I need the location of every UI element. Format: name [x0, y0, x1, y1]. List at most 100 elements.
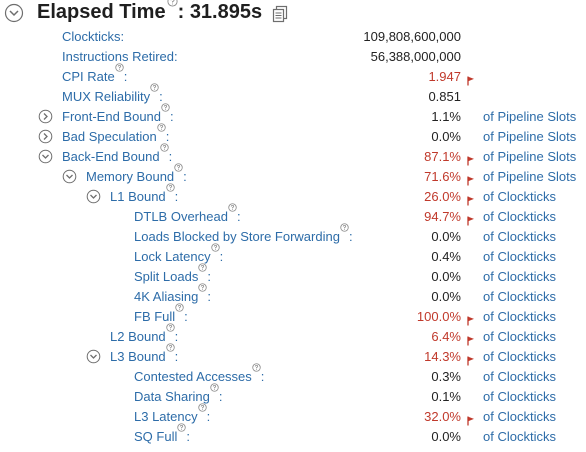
- metric-value: 56,388,000,000: [370, 49, 461, 64]
- metric-value: 109,808,600,000: [363, 29, 461, 44]
- metric-label-text: DTLB Overhead: [134, 209, 228, 224]
- help-icon[interactable]: [165, 178, 175, 198]
- metric-unit: of Clockticks: [483, 189, 556, 204]
- label-colon: :: [186, 429, 190, 444]
- metric-row-l2-bound: L2 Bound: 6.4% of Clockticks: [0, 323, 586, 347]
- metric-value: 0.0%: [431, 229, 461, 244]
- label-colon: :: [260, 369, 265, 384]
- help-icon[interactable]: [157, 118, 166, 138]
- metric-label-text: Loads Blocked by Store Forwarding: [134, 229, 340, 244]
- metric-unit: of Clockticks: [483, 269, 556, 284]
- help-icon[interactable]: [252, 358, 261, 378]
- help-icon[interactable]: [165, 338, 175, 358]
- help-icon[interactable]: [197, 398, 207, 418]
- help-icon[interactable]: [174, 158, 183, 178]
- metric-label-text: 4K Aliasing: [134, 289, 199, 304]
- help-icon[interactable]: [167, 0, 178, 13]
- metric-label-text: L3 Bound: [110, 349, 166, 364]
- label-colon: :: [183, 169, 187, 184]
- metric-value: 0.0%: [431, 289, 461, 304]
- metric-unit: of Clockticks: [483, 309, 556, 324]
- metric-unit: of Clockticks: [483, 349, 556, 364]
- help-icon[interactable]: [165, 318, 175, 338]
- metric-unit: of Clockticks: [483, 229, 556, 244]
- metric-label: Bad Speculation:: [62, 123, 169, 147]
- label-colon: :: [236, 209, 241, 224]
- elapsed-time-value: 31.895s: [189, 1, 263, 23]
- metric-row-loads-blocked-by-store-forwarding: Loads Blocked by Store Forwarding: 0.0% of…: [0, 223, 586, 247]
- metric-label: MUX Reliability:: [62, 83, 163, 107]
- label-colon: :: [123, 69, 128, 84]
- help-icon[interactable]: [228, 198, 237, 218]
- metric-label: L1 Bound:: [110, 183, 178, 207]
- label-colon: :: [174, 349, 179, 364]
- metric-row-data-sharing: Data Sharing: 0.1% of Clockticks: [0, 383, 586, 407]
- label-colon: :: [170, 109, 174, 124]
- metric-unit: of Pipeline Slots: [483, 149, 577, 164]
- help-icon[interactable]: [177, 418, 187, 438]
- metric-row-bad-speculation[interactable]: Bad Speculation: 0.0% of Pipeline Slots: [0, 123, 586, 147]
- help-icon[interactable]: [340, 218, 349, 238]
- metric-row-front-end-bound[interactable]: Front-End Bound: 1.1% of Pipeline Slots: [0, 103, 586, 127]
- metric-row-back-end-bound[interactable]: Back-End Bound: 87.1% of Pipeline Slots: [0, 143, 586, 167]
- metric-label-text: Memory Bound: [86, 169, 175, 184]
- help-icon[interactable]: [161, 98, 170, 118]
- metric-value: 14.3%: [424, 349, 461, 364]
- metric-row-l3-bound[interactable]: L3 Bound: 14.3% of Clockticks: [0, 343, 586, 367]
- metric-label: L3 Latency:: [134, 403, 211, 427]
- metric-unit: of Clockticks: [483, 329, 556, 344]
- label-colon: :: [219, 249, 224, 264]
- metric-label-text: MUX Reliability: [62, 89, 151, 104]
- metric-unit: of Clockticks: [483, 289, 556, 304]
- metric-value: 32.0%: [424, 409, 461, 424]
- help-icon[interactable]: [210, 238, 220, 258]
- metric-row-memory-bound[interactable]: Memory Bound: 71.6% of Pipeline Slots: [0, 163, 586, 187]
- label-colon: :: [348, 229, 353, 244]
- metric-label-text: Clockticks:: [62, 29, 125, 44]
- metric-row-contested-accesses: Contested Accesses: 0.3% of Clockticks: [0, 363, 586, 387]
- label-colon: :: [184, 309, 188, 324]
- metric-value: 0.0%: [431, 269, 461, 284]
- metric-row-lock-latency: Lock Latency: 0.4% of Clockticks: [0, 243, 586, 267]
- metric-row-cpi-rate: CPI Rate: 1.947: [0, 63, 586, 87]
- metric-value: 100.0%: [416, 309, 461, 324]
- help-icon[interactable]: [115, 58, 124, 78]
- elapsed-time-header: Elapsed Time: 31.895s: [0, 0, 586, 26]
- title-colon: :: [177, 1, 185, 23]
- metric-label: Loads Blocked by Store Forwarding:: [134, 223, 353, 247]
- label-colon: :: [207, 269, 211, 284]
- metric-label-text: Contested Accesses: [134, 369, 252, 384]
- help-icon[interactable]: [175, 298, 184, 318]
- metric-row-4k-aliasing: 4K Aliasing: 0.0% of Clockticks: [0, 283, 586, 307]
- help-icon[interactable]: [198, 258, 208, 278]
- help-icon[interactable]: [210, 378, 219, 398]
- metric-value: 0.0%: [431, 429, 461, 444]
- metric-unit: of Clockticks: [483, 249, 556, 264]
- help-icon[interactable]: [198, 278, 208, 298]
- metric-value: 71.6%: [424, 169, 461, 184]
- metric-label-text: Bad Speculation: [62, 129, 157, 144]
- copy-icon[interactable]: [272, 5, 288, 28]
- label-colon: :: [207, 289, 211, 304]
- metric-row-l1-bound[interactable]: L1 Bound: 26.0% of Clockticks: [0, 183, 586, 207]
- page-title: Elapsed Time: 31.895s: [37, 0, 263, 24]
- metric-unit: of Clockticks: [483, 389, 556, 404]
- metric-unit: of Clockticks: [483, 369, 556, 384]
- metric-value: 0.851: [428, 89, 461, 104]
- metric-value: 1.947: [428, 69, 461, 84]
- metric-label: 4K Aliasing:: [134, 283, 211, 307]
- metric-label: Clockticks:: [62, 27, 124, 47]
- metric-value: 26.0%: [424, 189, 461, 204]
- collapse-chevron-icon[interactable]: [4, 3, 24, 28]
- metric-row-clockticks: Clockticks: 109,808,600,000: [0, 27, 586, 47]
- metric-label-text: L2 Bound: [110, 329, 166, 344]
- metric-label: Lock Latency:: [134, 243, 224, 267]
- metric-label-text: L1 Bound: [110, 189, 166, 204]
- help-icon[interactable]: [159, 138, 169, 158]
- help-icon[interactable]: [150, 78, 159, 98]
- metric-unit: of Pipeline Slots: [483, 109, 577, 124]
- label-colon: :: [218, 389, 223, 404]
- metric-value: 0.4%: [431, 249, 461, 264]
- metric-label: CPI Rate:: [62, 63, 128, 87]
- label-colon: :: [206, 409, 211, 424]
